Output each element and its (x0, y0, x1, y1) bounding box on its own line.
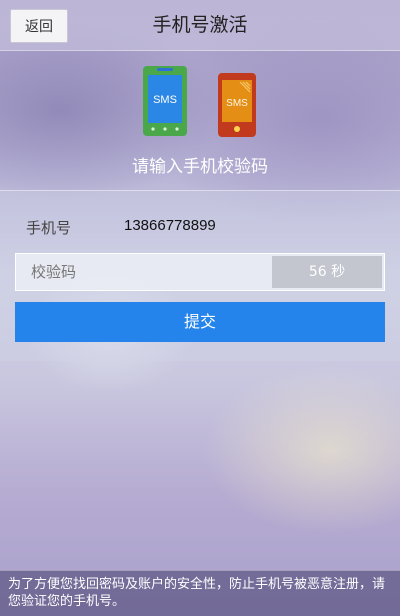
phone-number-value: 13866778899 (124, 217, 216, 234)
left-phone-screen-text: SMS (153, 94, 177, 106)
resend-countdown-button[interactable]: 56 秒 (272, 256, 382, 288)
verification-code-input[interactable] (17, 255, 269, 289)
top-bar: 返回 手机号激活 (0, 0, 400, 51)
verification-prompt: 请输入手机校验码 (132, 157, 268, 177)
phone-sms-received-icon: SMS (218, 73, 256, 137)
right-phone-screen-text: SMS (226, 98, 248, 109)
submit-button[interactable]: 提交 (15, 302, 385, 342)
phone-number-label: 手机号 (26, 219, 72, 237)
back-button[interactable]: 返回 (10, 9, 68, 43)
phone-sms-icon: SMS (143, 66, 187, 136)
hero-section: SMS SMS 请输入手机校验码 (0, 50, 400, 190)
footer-notice-text: 为了方便您找回密码及账户的安全性，防止手机号被恶意注册，请您验证您的手机号。 (8, 577, 386, 609)
footer-notice-bar: 为了方便您找回密码及账户的安全性，防止手机号被恶意注册，请您验证您的手机号。 (0, 570, 400, 616)
verification-code-row: 56 秒 (15, 253, 385, 291)
